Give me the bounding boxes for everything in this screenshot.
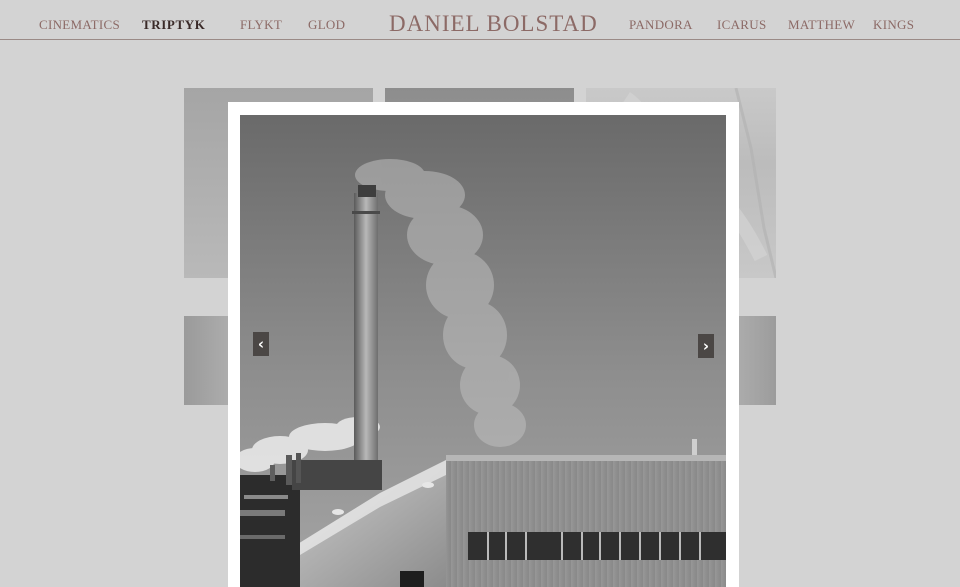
chevron-left-icon: ‹ bbox=[257, 335, 265, 353]
lightbox-frame bbox=[228, 102, 739, 587]
nav-link-icarus[interactable]: ICARUS bbox=[717, 0, 766, 40]
top-navigation: CINEMATICS TRIPTYK FLYKT GLOD DANIEL BOL… bbox=[0, 0, 960, 40]
nav-link-cinematics[interactable]: CINEMATICS bbox=[39, 0, 120, 40]
lightbox-photo bbox=[240, 115, 726, 587]
nav-link-flykt[interactable]: FLYKT bbox=[240, 0, 282, 40]
nav-link-glod[interactable]: GLOD bbox=[308, 0, 345, 40]
lightbox-prev-button[interactable]: ‹ bbox=[253, 332, 269, 356]
site-title[interactable]: DANIEL BOLSTAD bbox=[389, 0, 598, 40]
nav-link-pandora[interactable]: PANDORA bbox=[629, 0, 693, 40]
lightbox-next-button[interactable]: › bbox=[698, 334, 714, 358]
chevron-right-icon: › bbox=[702, 337, 710, 355]
nav-link-kings[interactable]: KINGS bbox=[873, 0, 914, 40]
nav-link-matthew[interactable]: MATTHEW bbox=[788, 0, 855, 40]
nav-link-triptyk[interactable]: TRIPTYK bbox=[142, 0, 205, 40]
